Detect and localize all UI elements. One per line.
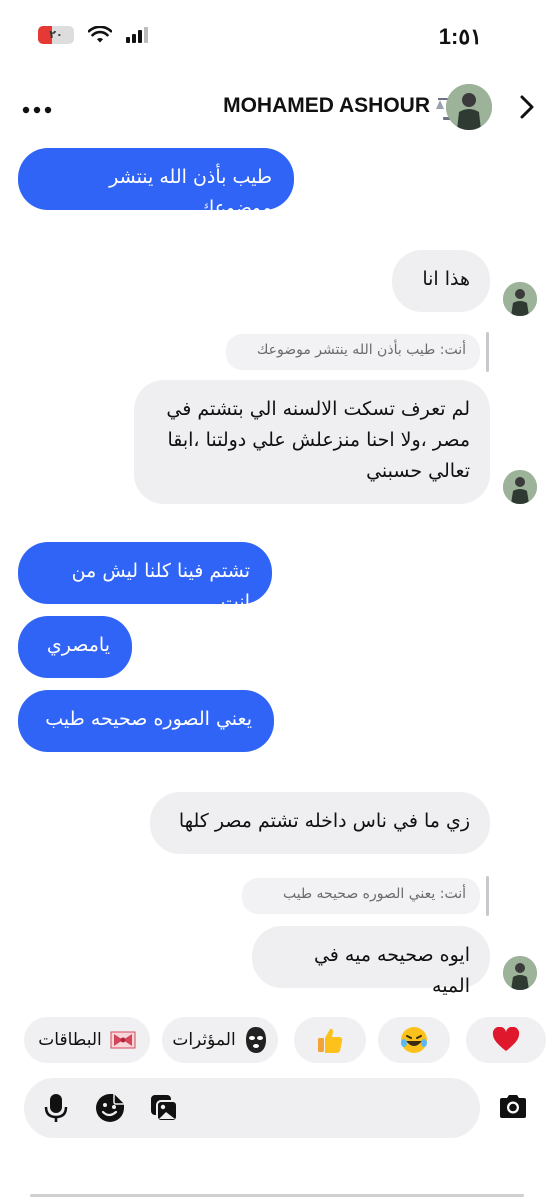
ribbon-bow-icon — [110, 1031, 136, 1049]
effects-label: المؤثرات — [172, 1030, 236, 1050]
quick-reactions-bar: المؤثرات البطاقات — [0, 1017, 554, 1067]
message-bubble-outgoing[interactable]: يعني الصوره صحيحه طيب — [18, 690, 274, 752]
microphone-icon[interactable] — [40, 1092, 72, 1124]
chat-header: MOHAMED ASHOUR — [0, 78, 554, 138]
wifi-icon — [88, 26, 112, 43]
message-bubble-incoming[interactable]: لم تعرف تسكت الالسنه الي بتشتم في مصر ،و… — [134, 380, 490, 504]
cards-button[interactable]: البطاقات — [24, 1017, 150, 1063]
battery-icon: ٢٠ — [38, 26, 74, 44]
reply-indicator-bar — [486, 332, 489, 372]
contact-avatar[interactable] — [446, 84, 492, 130]
message-bubble-incoming[interactable]: هذا انا — [392, 250, 490, 312]
reply-quote[interactable]: أنت: يعني الصوره صحيحه طيب — [242, 878, 480, 914]
message-bubble-incoming[interactable]: زي ما في ناس داخله تشتم مصر كلها — [150, 792, 490, 854]
gallery-icon[interactable] — [148, 1092, 180, 1124]
message-avatar — [503, 956, 537, 990]
message-bubble-outgoing[interactable]: تشتم فينا كلنا ليش من انت — [18, 542, 272, 613]
home-indicator — [30, 1194, 524, 1197]
message-avatar — [503, 470, 537, 504]
ski-mask-icon — [245, 1027, 266, 1053]
message-avatar — [503, 282, 537, 316]
status-icons: ٢٠ — [38, 26, 150, 44]
chevron-right-icon[interactable] — [514, 94, 540, 120]
status-time: 1:٥١ — [438, 24, 482, 49]
signal-icon — [126, 27, 148, 43]
battery-level: ٢٠ — [49, 28, 63, 41]
reply-indicator-bar — [486, 876, 489, 916]
thumbs-up-icon — [318, 1028, 343, 1053]
reply-quote[interactable]: أنت: طيب بأذن الله ينتشر موضوعك — [226, 334, 480, 370]
reaction-heart[interactable] — [466, 1017, 546, 1063]
reaction-thumbs-up[interactable] — [294, 1017, 366, 1063]
effects-button[interactable]: المؤثرات — [162, 1017, 278, 1063]
laughing-tears-icon — [401, 1027, 427, 1053]
more-options-button[interactable] — [22, 96, 52, 116]
more-horizontal-icon — [22, 106, 52, 114]
message-input[interactable] — [234, 1088, 468, 1130]
sticker-icon[interactable] — [94, 1092, 126, 1124]
camera-icon[interactable] — [496, 1090, 530, 1124]
cards-label: البطاقات — [38, 1030, 102, 1050]
reaction-laugh[interactable] — [378, 1017, 450, 1063]
heart-icon — [492, 1027, 520, 1051]
message-bubble-outgoing[interactable]: يامصري — [18, 616, 132, 678]
message-composer — [24, 1078, 480, 1138]
message-bubble-outgoing[interactable]: طيب بأذن الله ينتشر موضوعك — [18, 148, 294, 219]
status-bar: ٢٠ 1:٥١ — [0, 0, 554, 70]
message-bubble-incoming[interactable]: ايوه صحيحه ميه في الميه — [252, 926, 490, 997]
contact-name[interactable]: MOHAMED ASHOUR — [223, 94, 430, 118]
